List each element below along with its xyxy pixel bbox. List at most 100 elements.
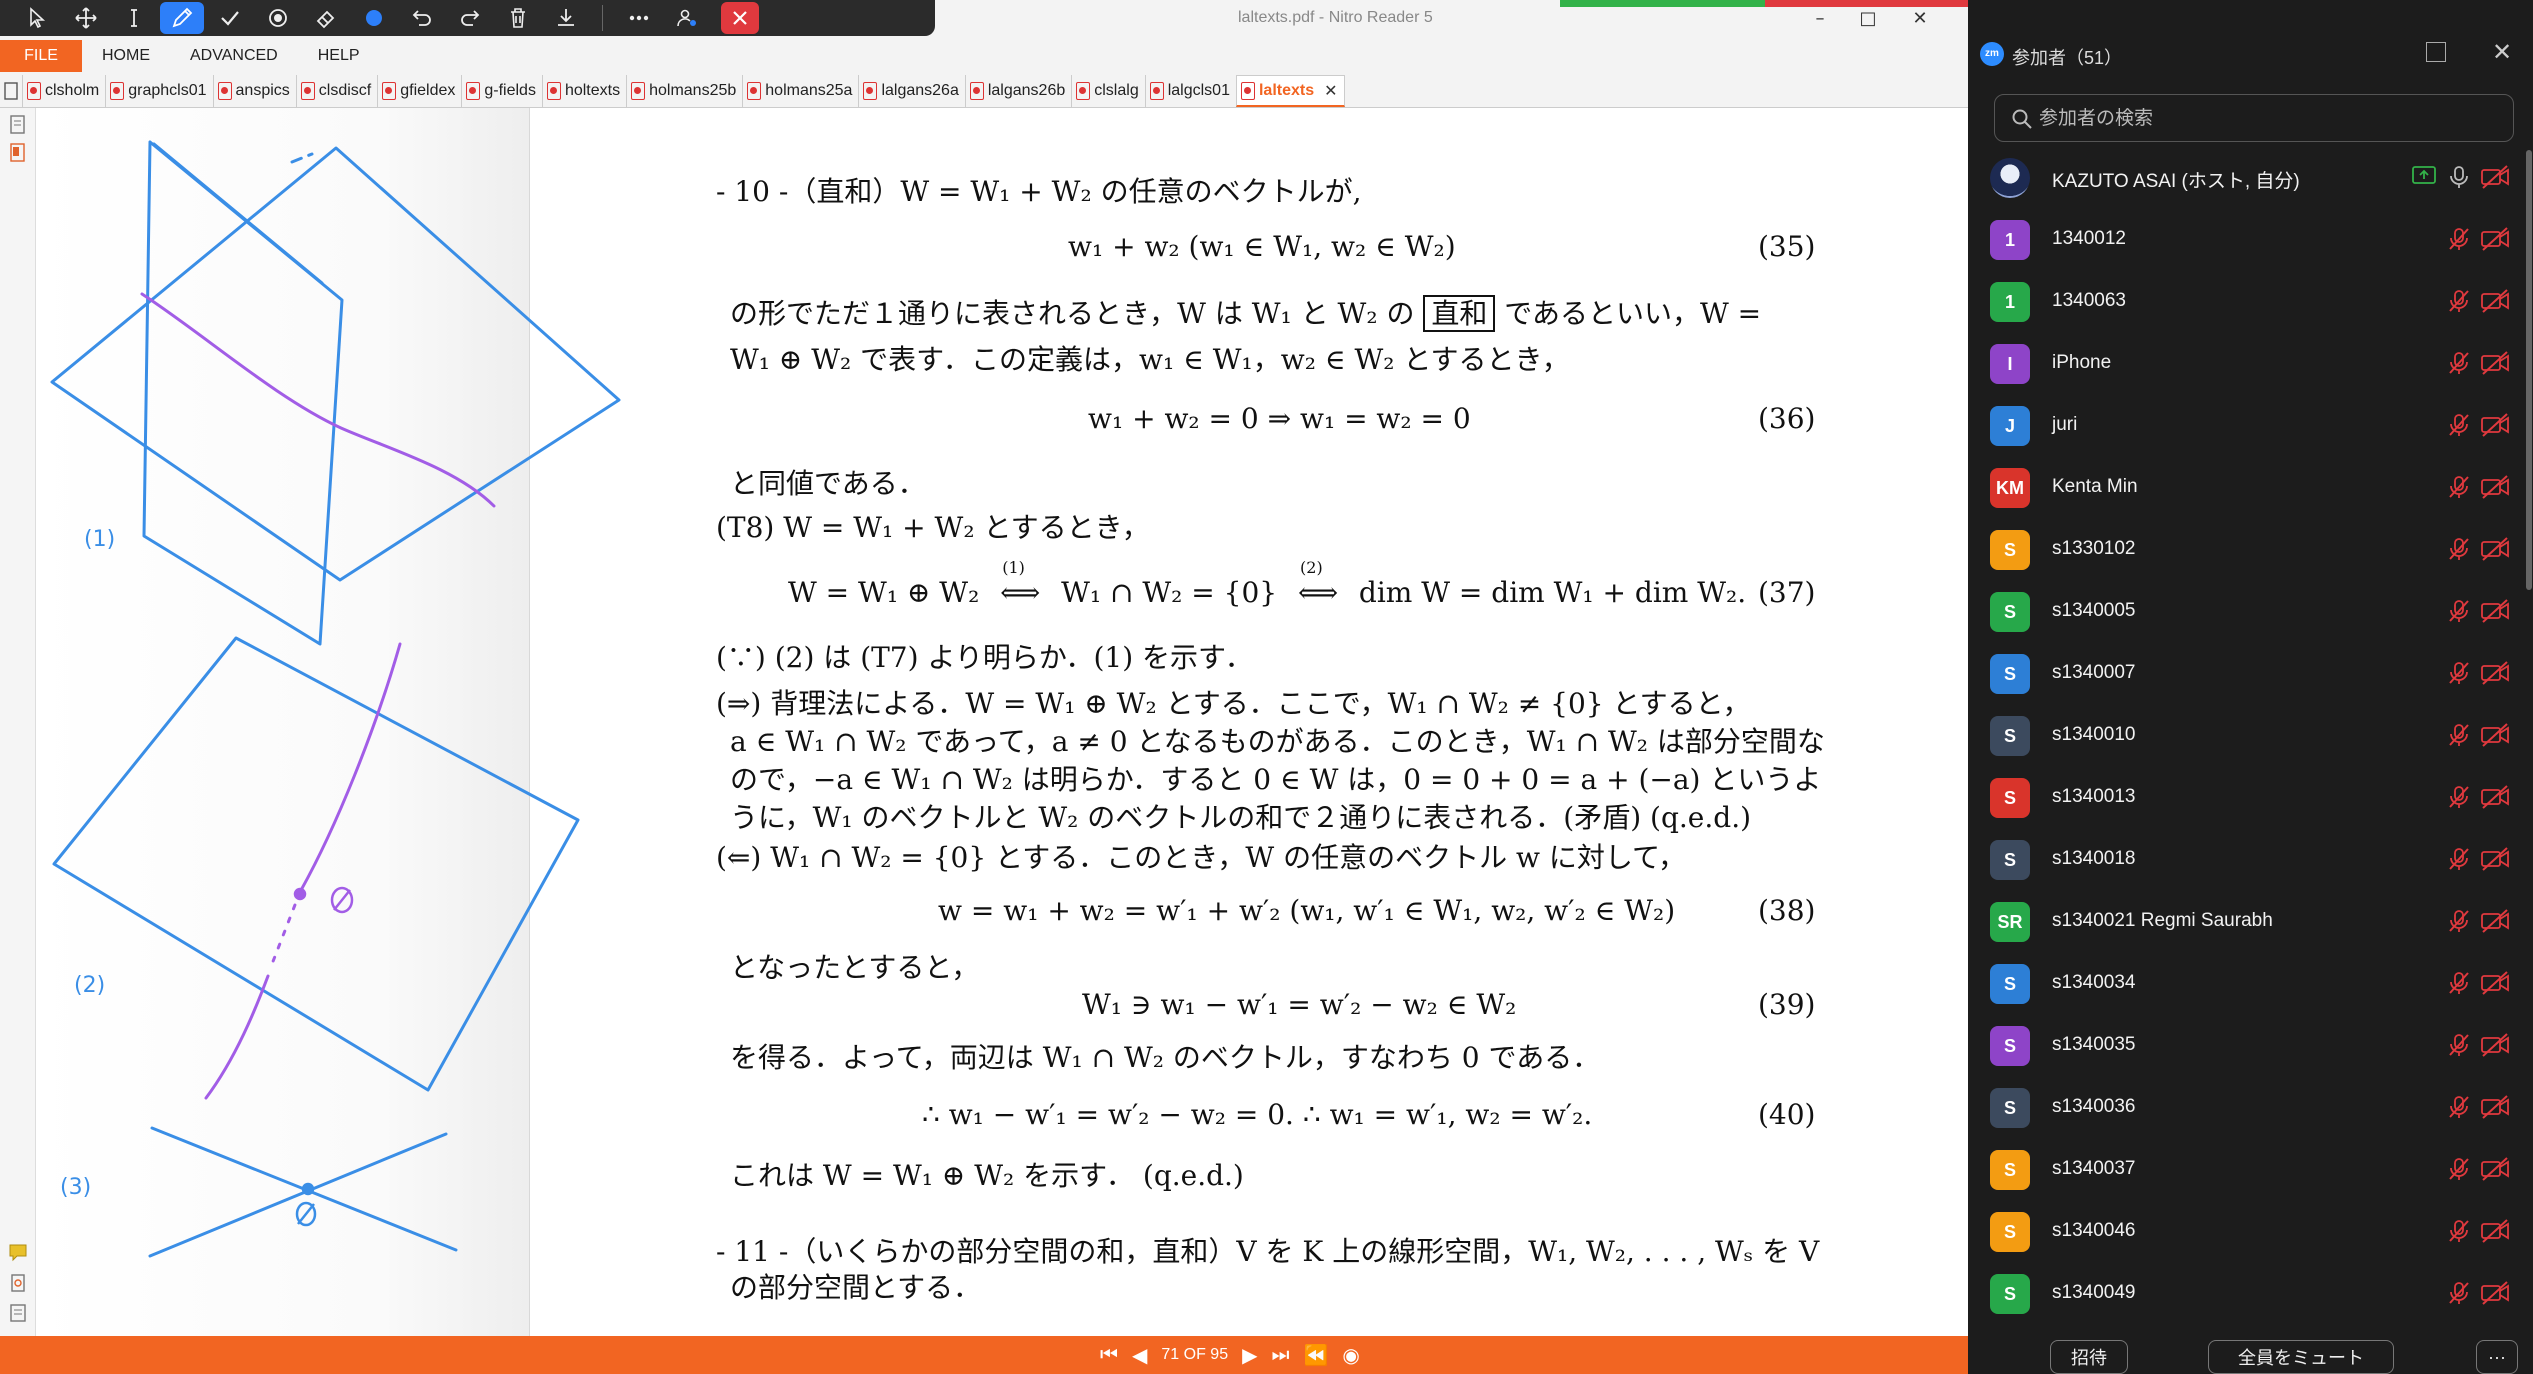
video-off-icon[interactable]	[2480, 412, 2510, 438]
tab-g-fields[interactable]: g-fields	[461, 75, 542, 107]
video-off-icon[interactable]	[2480, 1032, 2510, 1058]
microphone-muted-icon[interactable]	[2446, 846, 2472, 872]
invite-button[interactable]: 招待	[2050, 1340, 2128, 1374]
participant-row[interactable]: Ss1340034	[1968, 952, 2533, 1014]
video-off-icon[interactable]	[2480, 970, 2510, 996]
tab-laltexts[interactable]: laltexts ✕	[1235, 75, 1345, 107]
tab-lalgans26a[interactable]: lalgans26a	[858, 75, 964, 107]
video-off-icon[interactable]	[2480, 660, 2510, 686]
participant-row[interactable]: Ss1340013	[1968, 766, 2533, 828]
more-options-button[interactable]: ···	[2476, 1340, 2518, 1374]
tab-clsholm[interactable]: clsholm	[22, 75, 105, 107]
participant-annotate-icon[interactable]	[663, 0, 711, 36]
participant-row[interactable]: KAZUTO ASAI (ホスト, 自分)	[1968, 146, 2533, 208]
close-toolbar-icon[interactable]	[721, 2, 759, 34]
participant-row[interactable]: SR s1340021 Regmi Saurabh	[1968, 890, 2533, 952]
menu-advanced[interactable]: ADVANCED	[170, 47, 298, 65]
participant-row[interactable]: Ss1340046	[1968, 1200, 2533, 1262]
microphone-muted-icon[interactable]	[2446, 474, 2472, 500]
microphone-muted-icon[interactable]	[2446, 1032, 2472, 1058]
video-off-icon[interactable]	[2480, 908, 2510, 934]
tab-holmans25b[interactable]: holmans25b	[626, 75, 742, 107]
comments-panel-icon[interactable]	[8, 1242, 28, 1264]
mute-all-button[interactable]: 全員をミュート	[2208, 1340, 2394, 1374]
video-off-icon[interactable]	[2480, 846, 2510, 872]
document-list-icon[interactable]	[0, 75, 22, 107]
participant-row[interactable]: 1 1340063	[1968, 270, 2533, 332]
redo-icon[interactable]	[446, 0, 494, 36]
microphone-muted-icon[interactable]	[2446, 722, 2472, 748]
microphone-icon[interactable]	[2446, 164, 2472, 190]
microphone-muted-icon[interactable]	[2446, 412, 2472, 438]
tab-lalgans26b[interactable]: lalgans26b	[964, 75, 1071, 107]
participant-row[interactable]: Jjuri	[1968, 394, 2533, 456]
participant-search[interactable]	[1994, 94, 2514, 142]
video-off-icon[interactable]	[2480, 350, 2510, 376]
tab-anspics[interactable]: anspics	[212, 75, 296, 107]
video-off-icon[interactable]	[2480, 536, 2510, 562]
video-off-icon[interactable]	[2480, 1094, 2510, 1120]
menu-home[interactable]: HOME	[82, 47, 170, 65]
video-off-icon[interactable]	[2480, 226, 2510, 252]
participant-row[interactable]: IiPhone	[1968, 332, 2533, 394]
popout-icon[interactable]	[2426, 42, 2446, 62]
microphone-muted-icon[interactable]	[2446, 598, 2472, 624]
previous-page-icon[interactable]: ◀	[1132, 1343, 1147, 1368]
microphone-muted-icon[interactable]	[2446, 784, 2472, 810]
close-tab-icon[interactable]: ✕	[1324, 81, 1337, 101]
minimize-icon[interactable]: –	[1800, 4, 1840, 34]
participant-row[interactable]: Ss1340018	[1968, 828, 2533, 890]
microphone-muted-icon[interactable]	[2446, 1218, 2472, 1244]
video-off-icon[interactable]	[2480, 722, 2510, 748]
pages-panel-icon[interactable]	[8, 114, 28, 136]
participant-row[interactable]: Ss1340005	[1968, 580, 2533, 642]
menu-help[interactable]: HELP	[298, 47, 380, 65]
microphone-muted-icon[interactable]	[2446, 536, 2472, 562]
video-off-icon[interactable]	[2480, 1280, 2510, 1306]
document-view[interactable]: (1) (2) (3) - 10 -（直和）W = W₁ + W₂ の任意のベク…	[36, 108, 1968, 1336]
video-off-icon[interactable]	[2480, 1218, 2510, 1244]
forward-view-icon[interactable]: ◉	[1342, 1343, 1359, 1368]
participant-list-scrollbar[interactable]	[2526, 150, 2532, 590]
microphone-muted-icon[interactable]	[2446, 1094, 2472, 1120]
page-indicator[interactable]: 71 OF 95	[1161, 1346, 1228, 1364]
participant-row[interactable]: KM Kenta Min	[1968, 456, 2533, 518]
color-picker-icon[interactable]	[350, 0, 398, 36]
microphone-muted-icon[interactable]	[2446, 1156, 2472, 1182]
participant-row[interactable]: Ss1340049	[1968, 1262, 2533, 1324]
video-off-icon[interactable]	[2480, 598, 2510, 624]
participant-row[interactable]: Ss1340037	[1968, 1138, 2533, 1200]
participant-row[interactable]: Ss1330102	[1968, 518, 2533, 580]
video-off-icon[interactable]	[2480, 288, 2510, 314]
microphone-muted-icon[interactable]	[2446, 970, 2472, 996]
eraser-icon[interactable]	[302, 0, 350, 36]
tab-lalgcls01[interactable]: lalgcls01	[1144, 75, 1236, 107]
menu-file[interactable]: FILE	[0, 40, 82, 72]
microphone-muted-icon[interactable]	[2446, 1280, 2472, 1306]
output-panel-icon[interactable]	[8, 1302, 28, 1324]
tab-gfieldex[interactable]: gfieldex	[377, 75, 461, 107]
tab-clsdiscf[interactable]: clsdiscf	[295, 75, 377, 107]
first-page-icon[interactable]: ⏮	[1100, 1344, 1118, 1367]
video-off-icon[interactable]	[2480, 784, 2510, 810]
undo-icon[interactable]	[398, 0, 446, 36]
microphone-muted-icon[interactable]	[2446, 350, 2472, 376]
video-off-icon[interactable]	[2480, 164, 2510, 190]
download-icon[interactable]	[542, 0, 590, 36]
last-page-icon[interactable]: ⏭	[1271, 1344, 1289, 1367]
microphone-muted-icon[interactable]	[2446, 226, 2472, 252]
participant-row[interactable]: Ss1340010	[1968, 704, 2533, 766]
next-page-icon[interactable]: ▶	[1242, 1343, 1257, 1368]
check-icon[interactable]	[206, 0, 254, 36]
pen-icon[interactable]	[160, 2, 204, 34]
tab-holmans25a[interactable]: holmans25a	[742, 75, 858, 107]
search-input[interactable]	[2039, 105, 2499, 133]
video-off-icon[interactable]	[2480, 474, 2510, 500]
trash-icon[interactable]	[494, 0, 542, 36]
text-cursor-icon[interactable]	[110, 0, 158, 36]
close-icon[interactable]: ✕	[1900, 4, 1940, 34]
bookmarks-panel-icon[interactable]	[8, 142, 28, 164]
close-panel-icon[interactable]: ✕	[2492, 38, 2512, 67]
participant-row[interactable]: Ss1340036	[1968, 1076, 2533, 1138]
microphone-muted-icon[interactable]	[2446, 660, 2472, 686]
